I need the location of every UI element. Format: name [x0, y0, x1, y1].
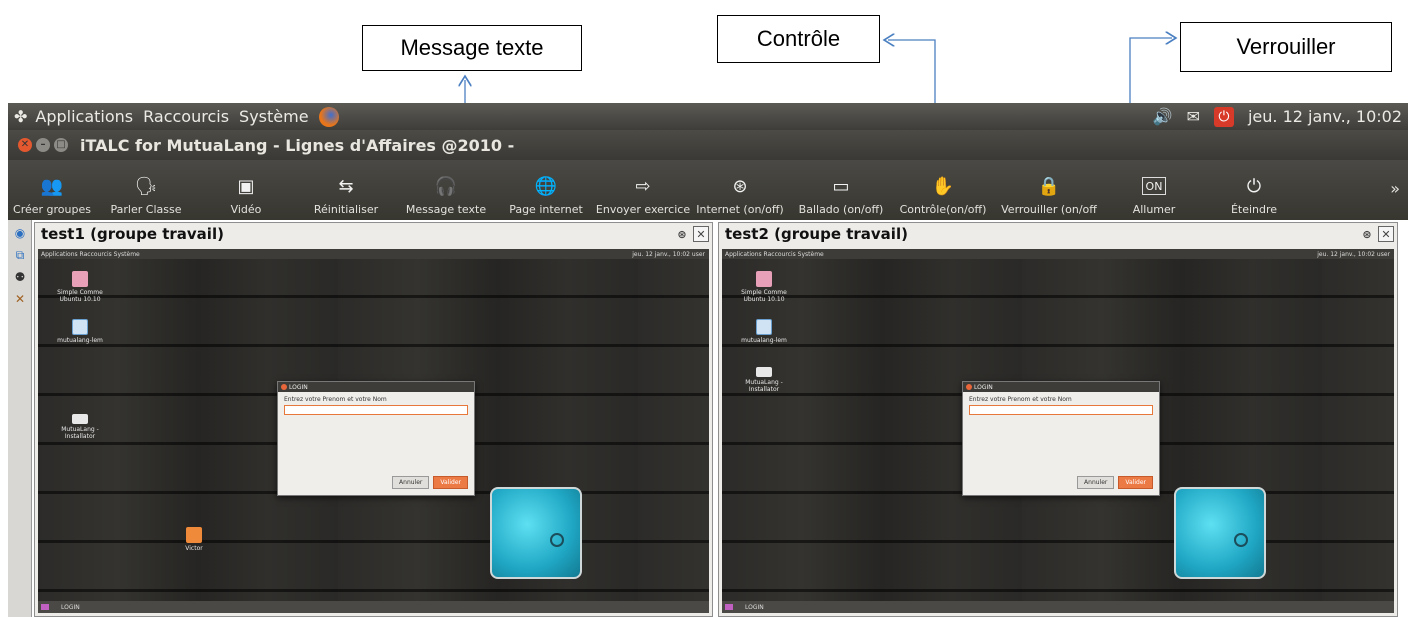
users-icon: 👥: [40, 175, 64, 197]
mail-icon[interactable]: ✉: [1187, 107, 1200, 126]
globe-icon: 🌐: [534, 175, 558, 197]
speaker-icon: 🗣: [134, 175, 158, 197]
close-icon[interactable]: ✕: [18, 138, 32, 152]
close-icon[interactable]: ✕: [693, 226, 709, 242]
firefox-icon[interactable]: [318, 106, 339, 127]
desktop-icon[interactable]: MutuaLang - Installator: [50, 414, 110, 440]
usb-icon: ▭: [832, 175, 850, 197]
toolbar-parler-classe[interactable]: 🗣 Parler Classe: [96, 160, 196, 220]
power-on-icon: ON: [1141, 177, 1167, 195]
ok-button[interactable]: Valider: [433, 476, 468, 489]
video-icon: ▣: [237, 175, 255, 197]
client-panel-test2[interactable]: test2 (groupe travail) ⊛ ✕ Applications …: [718, 222, 1398, 617]
desktop-icon[interactable]: Simple Comme Ubuntu 10.10: [50, 271, 110, 303]
tools-icon[interactable]: ✕: [11, 290, 29, 308]
desktop-icon[interactable]: Victor: [164, 527, 224, 552]
desktop-icon[interactable]: Simple Comme Ubuntu 10.10: [734, 271, 794, 303]
toolbar-ballado-onoff[interactable]: ▭ Ballado (on/off): [790, 160, 892, 220]
settings-icon[interactable]: ⊛: [1359, 226, 1375, 242]
toolbar-internet-onoff[interactable]: ⊛ Internet (on/off): [690, 160, 790, 220]
network-icon[interactable]: ◉: [11, 224, 29, 242]
message-icon: 🎧: [434, 175, 458, 197]
toolbar-envoyer-exercice[interactable]: ⇨ Envoyer exercice: [596, 160, 690, 220]
settings-icon[interactable]: ⊛: [674, 226, 690, 242]
menu-applications[interactable]: Applications: [35, 107, 133, 126]
toolbar-page-internet[interactable]: 🌐 Page internet: [496, 160, 596, 220]
toolbar-eteindre[interactable]: ⏻ Éteindre: [1204, 160, 1304, 220]
toolbar-video[interactable]: ▣ Vidéo: [196, 160, 296, 220]
lock-icon: 🔒: [1037, 175, 1061, 197]
users-icon[interactable]: ⚉: [11, 268, 29, 286]
window-title: iTALC for MutuaLang - Lignes d'Affaires …: [80, 135, 515, 155]
ok-button[interactable]: Valider: [1118, 476, 1153, 489]
toolbar-reinitialiser[interactable]: ⇆ Réinitialiser: [296, 160, 396, 220]
desktop-icon[interactable]: mutualang-lem: [50, 319, 110, 344]
toolbar-verrouiller-onoff[interactable]: 🔒 Verrouiller (on/off: [994, 160, 1104, 220]
gnome-menubar: ✤ Applications Raccourcis Système 🔊 ✉ ⏻ …: [8, 103, 1408, 130]
name-input[interactable]: [284, 405, 468, 415]
remote-screen[interactable]: Applications Raccourcis Système jeu. 12 …: [722, 249, 1394, 613]
cancel-button[interactable]: Annuler: [392, 476, 430, 489]
menu-raccourcis[interactable]: Raccourcis: [143, 107, 229, 126]
send-icon: ⇨: [635, 175, 651, 197]
wallpaper-blue-square: [490, 487, 582, 579]
maximize-icon[interactable]: □: [54, 138, 68, 152]
mini-menubar: Applications Raccourcis Système jeu. 12 …: [38, 249, 709, 259]
mini-taskbar: LOGIN: [38, 601, 709, 613]
toolbar-allumer[interactable]: ON Allumer: [1104, 160, 1204, 220]
login-dialog: LOGIN Entrez votre Prenom et votre Nom A…: [277, 381, 475, 496]
clock[interactable]: jeu. 12 janv., 10:02: [1248, 107, 1402, 126]
volume-icon[interactable]: 🔊: [1153, 107, 1173, 126]
network-icon: ⊛: [732, 175, 748, 197]
reset-icon: ⇆: [338, 175, 354, 197]
power-off-icon: ⏻: [1246, 175, 1262, 197]
screens-icon[interactable]: ⧉: [11, 246, 29, 264]
menu-systeme[interactable]: Système: [239, 107, 309, 126]
mini-menubar: Applications Raccourcis Système jeu. 12 …: [722, 249, 1394, 259]
desktop-icon[interactable]: MutuaLang - Installator: [734, 367, 794, 393]
desktop-icon[interactable]: mutualang-lem: [734, 319, 794, 344]
remote-screen[interactable]: Applications Raccourcis Système jeu. 12 …: [38, 249, 709, 613]
italc-toolbar: 👥 Créer groupes 🗣 Parler Classe ▣ Vidéo ⇆ Ré…: [8, 160, 1408, 220]
hand-icon: ✋: [931, 175, 955, 197]
mini-taskbar: LOGIN: [722, 601, 1394, 613]
close-icon[interactable]: ✕: [1378, 226, 1394, 242]
panel-title: test1 (groupe travail): [41, 225, 224, 243]
side-toolbar: ◉ ⧉ ⚉ ✕: [8, 220, 32, 617]
name-input[interactable]: [969, 405, 1153, 415]
login-dialog: LOGIN Entrez votre Prenom et votre Nom A…: [962, 381, 1160, 496]
power-icon[interactable]: ⏻: [1213, 106, 1234, 127]
minimize-icon[interactable]: –: [36, 138, 50, 152]
cancel-button[interactable]: Annuler: [1077, 476, 1115, 489]
toolbar-creer-groupes[interactable]: 👥 Créer groupes: [8, 160, 96, 220]
toolbar-message-texte[interactable]: 🎧 Message texte: [396, 160, 496, 220]
toolbar-controle-onoff[interactable]: ✋ Contrôle(on/off): [892, 160, 994, 220]
window-titlebar: ✕ – □ iTALC for MutuaLang - Lignes d'Aff…: [8, 130, 1408, 160]
panel-title: test2 (groupe travail): [725, 225, 908, 243]
wallpaper-blue-square: [1174, 487, 1266, 579]
toolbar-more[interactable]: »: [1304, 160, 1408, 220]
client-panel-test1[interactable]: test1 (groupe travail) ⊛ ✕ Applications …: [34, 222, 713, 617]
gnome-foot-icon[interactable]: ✤: [14, 107, 27, 126]
